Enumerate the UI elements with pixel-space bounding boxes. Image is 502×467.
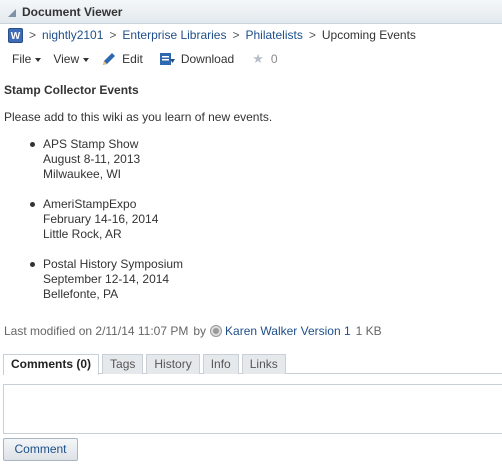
star-icon[interactable]: ★	[252, 51, 264, 67]
download-icon	[159, 53, 175, 65]
comment-input[interactable]	[3, 384, 502, 434]
event-name: AmeriStampExpo	[43, 197, 137, 211]
event-dates: September 12-14, 2014	[43, 272, 170, 286]
document-title: Stamp Collector Events	[4, 83, 139, 97]
event-dates: August 8-11, 2013	[43, 152, 141, 166]
user-presence-icon	[210, 325, 223, 337]
event-location: Bellefonte, PA	[43, 287, 119, 301]
breadcrumb-link-enterprise-libraries[interactable]: Enterprise Libraries	[122, 28, 226, 42]
by-label: by	[193, 324, 207, 338]
list-item: Postal History Symposium September 12-14…	[30, 257, 183, 302]
toolbar: File View Edit Download ★ 0	[12, 50, 278, 68]
file-size: 1 KB	[355, 324, 382, 338]
tab-info[interactable]: Info	[202, 354, 239, 374]
breadcrumb-separator-icon: >	[308, 28, 316, 42]
list-item: AmeriStampExpo February 14-16, 2014 Litt…	[30, 197, 183, 242]
panel-header: Document Viewer	[0, 0, 502, 24]
event-location: Milwaukee, WI	[43, 167, 122, 181]
chevron-down-icon	[83, 57, 90, 62]
event-name: Postal History Symposium	[43, 257, 184, 271]
document-intro: Please add to this wiki as you learn of …	[4, 110, 273, 124]
collapse-icon[interactable]	[8, 8, 16, 17]
view-menu[interactable]: View	[53, 52, 90, 66]
tab-bar: Comments (0) Tags History Info Links	[3, 353, 289, 375]
tab-tags[interactable]: Tags	[102, 354, 144, 374]
tab-links[interactable]: Links	[241, 354, 286, 374]
comment-button[interactable]: Comment	[3, 438, 78, 461]
modified-info: Last modified on 2/11/14 11:07 PM by Kar…	[4, 323, 382, 339]
breadcrumb-link-nightly[interactable]: nightly2101	[42, 28, 103, 42]
event-location: Little Rock, AR	[43, 227, 122, 241]
file-menu-label: File	[12, 52, 32, 66]
wiki-app-icon: W	[8, 27, 23, 43]
modified-text: Last modified on 2/11/14 11:07 PM	[4, 324, 189, 338]
event-list: APS Stamp Show August 8-11, 2013 Milwauk…	[30, 137, 183, 317]
author-link[interactable]: Karen Walker Version 1	[225, 324, 351, 338]
tab-comments[interactable]: Comments (0)	[3, 354, 100, 375]
tab-history[interactable]: History	[146, 354, 200, 374]
download-button[interactable]: Download	[159, 51, 234, 67]
pencil-icon	[103, 53, 116, 65]
breadcrumb-separator-icon: >	[109, 28, 117, 42]
rating-count: 0	[270, 52, 278, 66]
list-item: APS Stamp Show August 8-11, 2013 Milwauk…	[30, 137, 183, 182]
breadcrumb-separator-icon: >	[29, 28, 37, 42]
file-menu[interactable]: File	[12, 52, 42, 66]
chevron-down-icon	[35, 57, 42, 62]
edit-button-label: Edit	[122, 52, 143, 66]
download-button-label: Download	[180, 52, 235, 66]
event-dates: February 14-16, 2014	[43, 212, 159, 226]
breadcrumb-separator-icon: >	[232, 28, 240, 42]
breadcrumb: W > nightly2101 > Enterprise Libraries >…	[8, 26, 416, 44]
breadcrumb-link-philatelists[interactable]: Philatelists	[245, 28, 302, 42]
breadcrumb-current: Upcoming Events	[321, 28, 416, 42]
panel-title: Document Viewer	[22, 4, 123, 19]
edit-button[interactable]: Edit	[101, 51, 143, 67]
event-name: APS Stamp Show	[43, 137, 139, 151]
view-menu-label: View	[53, 52, 80, 66]
